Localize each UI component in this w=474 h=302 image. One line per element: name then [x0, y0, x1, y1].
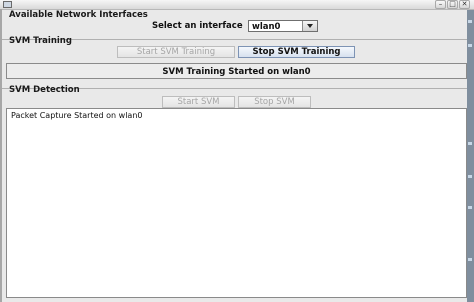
detection-log-area[interactable]: Packet Capture Started on wlan0 [6, 108, 467, 298]
training-status-panel: SVM Training Started on wlan0 [6, 63, 467, 79]
training-section-title: SVM Training [9, 36, 72, 46]
chevron-down-icon [307, 24, 313, 28]
detection-log-text: Packet Capture Started on wlan0 [11, 111, 143, 120]
start-svm-training-button[interactable]: Start SVM Training [117, 46, 235, 58]
start-svm-button[interactable]: Start SVM [162, 96, 235, 108]
interface-select-value: wlan0 [252, 22, 281, 32]
close-button[interactable]: ✕ [459, 0, 470, 9]
interfaces-section-title: Available Network Interfaces [9, 10, 148, 20]
interface-dropdown-button[interactable] [302, 21, 317, 31]
detection-section-title: SVM Detection [9, 85, 80, 95]
window-right-edge [467, 10, 474, 302]
window-title-bar[interactable]: – □ ✕ [0, 0, 474, 10]
select-interface-label: Select an interface [152, 21, 243, 31]
training-status-text: SVM Training Started on wlan0 [162, 67, 311, 77]
minimize-button[interactable]: – [435, 0, 446, 9]
maximize-button[interactable]: □ [447, 0, 458, 9]
stop-svm-button[interactable]: Stop SVM [238, 96, 311, 108]
stop-svm-training-button[interactable]: Stop SVM Training [238, 46, 355, 58]
app-icon [3, 1, 12, 8]
interface-select[interactable]: wlan0 [248, 20, 318, 32]
window-left-border [0, 9, 2, 302]
